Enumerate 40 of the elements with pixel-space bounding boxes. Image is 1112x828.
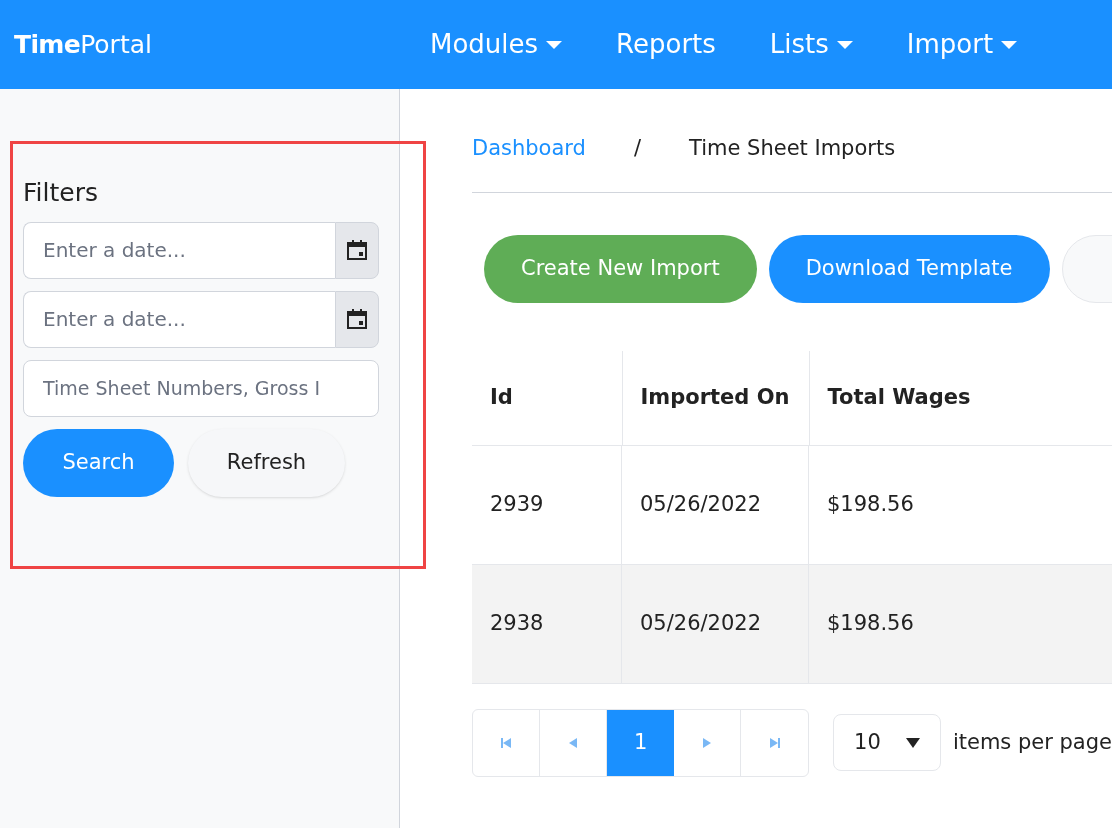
table-cell-text: $198.56 bbox=[827, 609, 914, 637]
action-button[interactable]: Create New Import bbox=[484, 235, 757, 303]
action-button[interactable]: Download Template bbox=[768, 235, 1050, 303]
search-button[interactable]: Search bbox=[23, 428, 174, 497]
table-cell-text: 05/26/2022 bbox=[640, 609, 762, 637]
filters-title: Filters bbox=[23, 177, 99, 209]
skip-forward-icon bbox=[767, 735, 782, 750]
table-cell-text: 2939 bbox=[490, 490, 544, 518]
table-cell-text: 2938 bbox=[490, 609, 544, 637]
breadcrumb-link[interactable]: Dashboard bbox=[472, 132, 586, 165]
nav-menu-item[interactable]: Reports bbox=[616, 25, 716, 64]
brand-logo[interactable]: TimePortal bbox=[0, 25, 430, 64]
page-size-label: items per page bbox=[952, 728, 1112, 756]
table-cell-text: $198.56 bbox=[827, 490, 914, 518]
column-header: Imported On bbox=[622, 351, 809, 445]
breadcrumb-separator: / bbox=[632, 134, 642, 162]
page-size-select[interactable]: 10 bbox=[833, 714, 941, 771]
table-row[interactable]: 2938 05/26/2022 $198.56 bbox=[472, 564, 1112, 684]
nav-menu-item[interactable]: Modules bbox=[430, 25, 563, 64]
table-row[interactable]: 2939 05/26/2022 $198.56 bbox=[472, 445, 1112, 565]
table-cell-text: 05/26/2022 bbox=[640, 490, 762, 518]
page-button[interactable]: 1 bbox=[606, 709, 675, 776]
calendar-icon bbox=[346, 308, 368, 330]
breadcrumb-current: Time Sheet Imports bbox=[689, 134, 896, 162]
nav-menu-item[interactable]: Lists bbox=[769, 25, 853, 64]
caret-icon bbox=[546, 39, 563, 50]
caret-icon bbox=[836, 39, 853, 50]
calendar-button[interactable] bbox=[335, 290, 379, 348]
caret-icon bbox=[905, 737, 920, 748]
caret-icon bbox=[1001, 39, 1018, 50]
calendar-button[interactable] bbox=[335, 221, 379, 279]
column-header: Id bbox=[472, 351, 622, 445]
refresh-button[interactable]: Refresh bbox=[188, 428, 345, 497]
column-header: Total Wages bbox=[809, 351, 1112, 445]
date-field[interactable]: Enter a date... bbox=[23, 221, 335, 279]
skip-back-icon bbox=[498, 735, 513, 750]
search-field[interactable]: Time Sheet Numbers, Gross I bbox=[23, 359, 379, 417]
nav-menu-item[interactable]: Import bbox=[906, 25, 1018, 64]
calendar-icon bbox=[346, 239, 368, 261]
date-field[interactable]: Enter a date... bbox=[23, 290, 335, 348]
